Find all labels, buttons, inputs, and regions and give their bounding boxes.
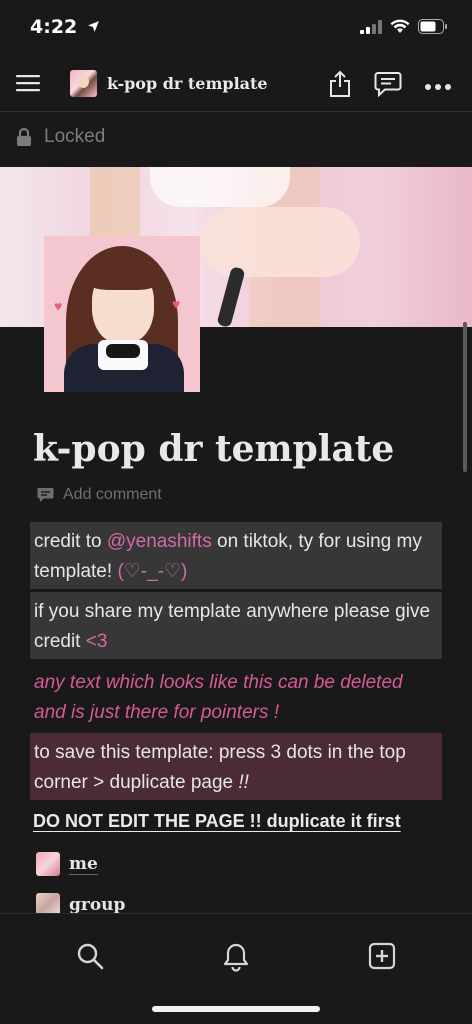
scrollbar-thumb[interactable] <box>463 322 467 472</box>
menu-button[interactable] <box>16 71 40 100</box>
home-indicator[interactable] <box>152 1006 320 1012</box>
wifi-icon <box>390 19 410 33</box>
sub-page-me-thumbnail <box>36 852 60 876</box>
share-credit-callout[interactable]: if you share my template anywhere please… <box>30 592 442 659</box>
search-icon <box>77 943 104 970</box>
sub-page-me-label: me <box>69 853 98 875</box>
new-page-icon <box>368 942 396 970</box>
bell-icon <box>223 943 249 972</box>
do-not-edit-warning[interactable]: DO NOT EDIT THE PAGE !! duplicate it fir… <box>33 811 401 832</box>
page-icon-image[interactable]: ♥ ♥ <box>44 236 200 392</box>
header-actions <box>328 70 452 103</box>
save-instructions-callout[interactable]: to save this template: press 3 dots in t… <box>30 733 442 800</box>
locked-label: Locked <box>44 126 106 147</box>
comment-icon <box>374 72 402 98</box>
page-icon-thumbnail <box>70 70 97 97</box>
add-comment-label: Add comment <box>63 486 162 503</box>
share-button[interactable] <box>328 70 352 103</box>
lock-icon <box>17 127 31 146</box>
new-page-button[interactable] <box>368 942 396 975</box>
bottom-toolbar <box>0 913 472 1024</box>
status-bar: 4:22 <box>0 0 472 58</box>
notifications-button[interactable] <box>222 942 250 977</box>
battery-icon <box>418 19 447 34</box>
status-indicators <box>360 19 448 34</box>
add-comment-button[interactable]: Add comment <box>37 486 162 504</box>
pointer-note[interactable]: any text which looks like this can be de… <box>30 663 442 729</box>
share-credit-heart: <3 <box>85 631 108 652</box>
credit-emote: (♡-_-♡) <box>117 561 188 582</box>
sub-page-me[interactable]: me <box>36 852 98 876</box>
search-button[interactable] <box>76 942 104 975</box>
more-icon <box>425 83 451 90</box>
status-time-text: 4:22 <box>30 16 78 38</box>
header-title: k-pop dr template <box>107 74 268 93</box>
credit-callout[interactable]: credit to @yenashifts on tiktok, ty for … <box>30 522 442 589</box>
share-icon <box>330 70 350 97</box>
credit-handle: @yenashifts <box>106 531 212 552</box>
comments-button[interactable] <box>374 71 402 102</box>
save-instructions-text: to save this template: press 3 dots in t… <box>34 742 406 793</box>
page-title: k-pop dr template <box>33 428 395 470</box>
location-arrow-icon <box>87 21 99 32</box>
more-options-button[interactable] <box>424 78 452 96</box>
signal-icon <box>360 19 382 34</box>
status-time: 4:22 <box>30 16 100 38</box>
locked-indicator: Locked <box>16 126 105 148</box>
page-breadcrumb[interactable]: k-pop dr template <box>70 70 268 97</box>
pointer-note-text: any text which looks like this can be de… <box>34 672 403 723</box>
comment-icon <box>37 488 54 502</box>
menu-icon <box>16 75 40 92</box>
save-instructions-emphasis: !! <box>238 772 249 793</box>
top-nav: k-pop dr template <box>0 58 472 112</box>
credit-text: credit to <box>34 531 107 552</box>
